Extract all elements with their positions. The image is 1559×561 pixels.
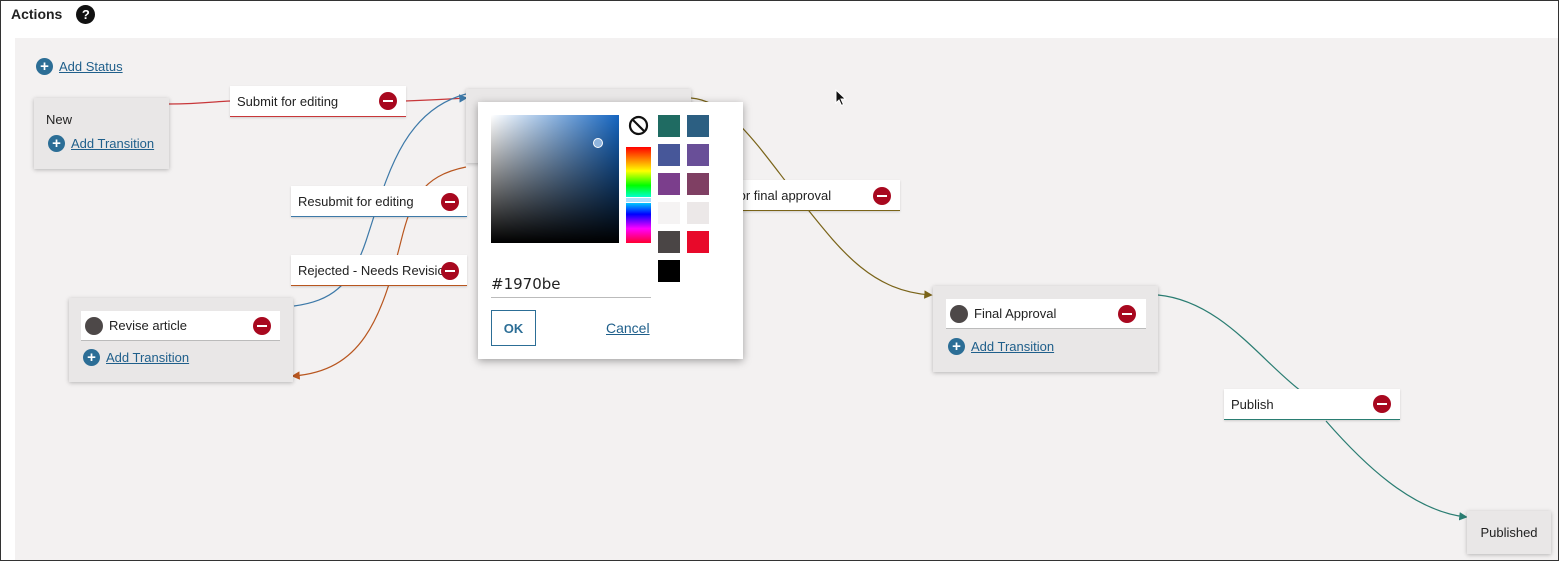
- cancel-button[interactable]: Cancel: [606, 320, 650, 336]
- add-transition-label[interactable]: Add Transition: [971, 339, 1054, 354]
- remove-transition-icon[interactable]: [441, 193, 459, 211]
- transition-rejected[interactable]: Rejected - Needs Revision: [291, 255, 467, 286]
- no-color-icon[interactable]: [628, 115, 649, 136]
- color-swatch[interactable]: [687, 231, 709, 253]
- status-chip-final-approval[interactable]: Final Approval: [946, 299, 1146, 329]
- transition-label: Submit for editing: [237, 93, 339, 109]
- add-transition-button-final[interactable]: + Add Transition: [948, 338, 1054, 355]
- color-swatch[interactable]: [658, 173, 680, 195]
- transition-resubmit[interactable]: Resubmit for editing: [291, 186, 467, 217]
- hue-handle[interactable]: [625, 197, 652, 203]
- color-swatch[interactable]: [658, 231, 680, 253]
- transition-publish[interactable]: Publish: [1224, 389, 1400, 420]
- remove-transition-icon[interactable]: [441, 262, 459, 280]
- remove-transition-icon[interactable]: [1373, 395, 1391, 413]
- color-swatch[interactable]: [687, 115, 709, 137]
- color-swatch[interactable]: [687, 173, 709, 195]
- status-label-final-approval: Final Approval: [974, 306, 1057, 321]
- actions-panel: Actions ? + Add Status New + Add Transit…: [0, 0, 1559, 561]
- add-transition-button-new[interactable]: + Add Transition: [48, 135, 154, 152]
- remove-status-icon[interactable]: [1118, 305, 1136, 323]
- panel-title: Actions: [11, 6, 63, 22]
- status-color-dot[interactable]: [950, 304, 968, 323]
- ok-button[interactable]: OK: [491, 310, 536, 346]
- color-swatch[interactable]: [658, 202, 680, 224]
- plus-circle-icon: +: [48, 135, 65, 152]
- remove-transition-icon[interactable]: [873, 187, 891, 205]
- add-status-button[interactable]: + Add Status: [36, 58, 123, 75]
- status-label-published: Published: [1480, 525, 1538, 540]
- color-swatch[interactable]: [658, 144, 680, 166]
- help-icon[interactable]: ?: [76, 4, 96, 24]
- plus-circle-icon: +: [36, 58, 53, 75]
- add-transition-button-revise[interactable]: + Add Transition: [83, 349, 189, 366]
- remove-transition-icon[interactable]: [379, 92, 397, 110]
- mouse-cursor-icon: [835, 89, 847, 107]
- saturation-value-area[interactable]: [491, 115, 619, 243]
- plus-circle-icon: +: [83, 349, 100, 366]
- hex-color-input[interactable]: [491, 270, 651, 298]
- color-swatch[interactable]: [687, 144, 709, 166]
- status-label-revise: Revise article: [109, 318, 188, 333]
- hue-slider[interactable]: [625, 147, 652, 243]
- status-label-new: New: [46, 112, 73, 127]
- panel-header: Actions ?: [11, 4, 96, 24]
- transition-submit[interactable]: Submit for editing: [230, 86, 406, 117]
- transition-label: Resubmit for editing: [298, 193, 414, 209]
- add-transition-label[interactable]: Add Transition: [71, 136, 154, 151]
- color-picker-popover: OK Cancel: [478, 102, 743, 359]
- color-swatch[interactable]: [658, 115, 680, 137]
- transition-label: Rejected - Needs Revision: [298, 262, 452, 278]
- color-swatch[interactable]: [687, 202, 709, 224]
- status-node-new[interactable]: [34, 98, 169, 169]
- sv-handle[interactable]: [593, 138, 603, 148]
- status-chip-revise[interactable]: Revise article: [81, 311, 280, 341]
- status-color-dot[interactable]: [85, 316, 103, 335]
- status-node-published[interactable]: Published: [1467, 511, 1551, 554]
- color-swatch[interactable]: [658, 260, 680, 282]
- add-status-label[interactable]: Add Status: [59, 59, 123, 74]
- plus-circle-icon: +: [948, 338, 965, 355]
- add-transition-label[interactable]: Add Transition: [106, 350, 189, 365]
- transition-label: Publish: [1231, 396, 1274, 412]
- remove-status-icon[interactable]: [253, 317, 271, 335]
